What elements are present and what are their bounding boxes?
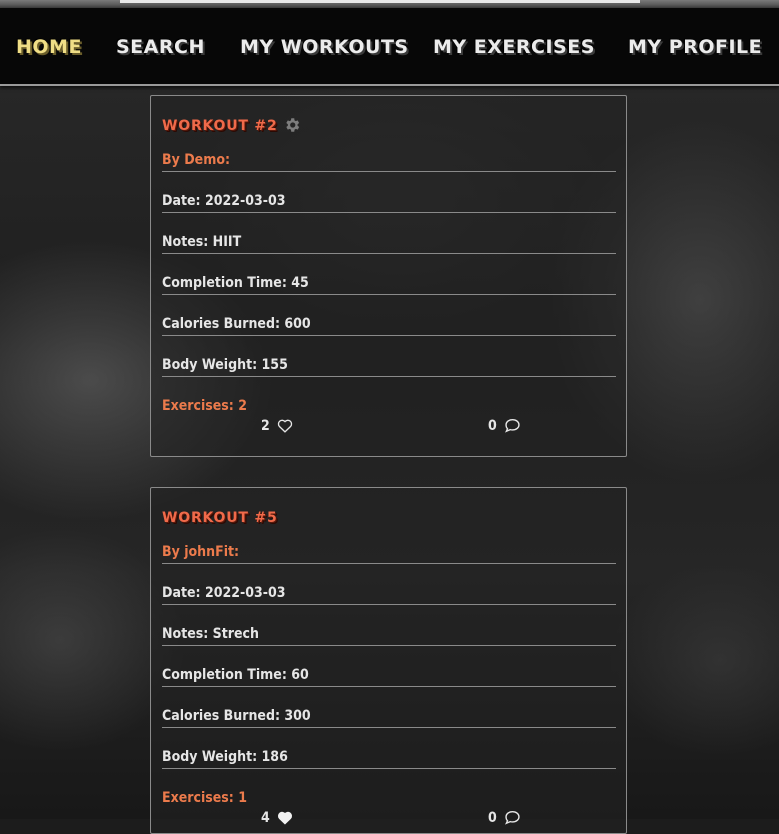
workout-card: Workout #2 By Demo: Date: 2022-03-03 Not… <box>150 95 627 457</box>
workout-exercises[interactable]: Exercises: 1 <box>162 787 616 809</box>
workout-notes: Notes: Strech <box>162 623 616 646</box>
workout-author[interactable]: By Demo: <box>162 149 616 172</box>
workout-date: Date: 2022-03-03 <box>162 582 616 605</box>
comment-button[interactable]: 0 <box>488 807 521 829</box>
heart-outline-icon <box>277 419 293 433</box>
comment-bubble-icon <box>505 419 520 433</box>
workout-body-weight: Body Weight: 186 <box>162 746 616 769</box>
like-button[interactable]: 4 <box>261 807 293 829</box>
comment-count: 0 <box>488 418 497 434</box>
like-button[interactable]: 2 <box>261 415 293 437</box>
comment-bubble-icon <box>505 811 520 825</box>
workout-date: Date: 2022-03-03 <box>162 190 616 213</box>
workout-completion-time: Completion Time: 60 <box>162 664 616 687</box>
like-count: 2 <box>261 418 270 434</box>
nav-my-profile[interactable]: My Profile <box>628 34 762 60</box>
workout-title[interactable]: Workout #5 <box>162 508 278 528</box>
nav-home[interactable]: Home <box>16 34 82 60</box>
workout-body-weight: Body Weight: 155 <box>162 354 616 377</box>
main-navbar: Home Search My Workouts My Exercises My … <box>0 8 779 86</box>
workout-card: Workout #5 By johnFit: Date: 2022-03-03 … <box>150 487 627 834</box>
nav-my-exercises[interactable]: My Exercises <box>433 34 595 60</box>
comment-button[interactable]: 0 <box>488 415 521 437</box>
heart-filled-icon <box>278 811 293 825</box>
like-count: 4 <box>261 810 270 826</box>
workout-completion-time: Completion Time: 45 <box>162 272 616 295</box>
workout-calories: Calories Burned: 300 <box>162 705 616 728</box>
workout-exercises[interactable]: Exercises: 2 <box>162 395 616 417</box>
comment-count: 0 <box>488 810 497 826</box>
gear-icon[interactable] <box>283 116 301 134</box>
nav-search[interactable]: Search <box>116 34 205 60</box>
workout-title[interactable]: Workout #2 <box>162 116 278 136</box>
workout-author[interactable]: By johnFit: <box>162 541 616 564</box>
top-strip <box>0 0 779 8</box>
nav-my-workouts[interactable]: My Workouts <box>240 34 409 60</box>
workout-notes: Notes: HIIT <box>162 231 616 254</box>
workout-calories: Calories Burned: 600 <box>162 313 616 336</box>
